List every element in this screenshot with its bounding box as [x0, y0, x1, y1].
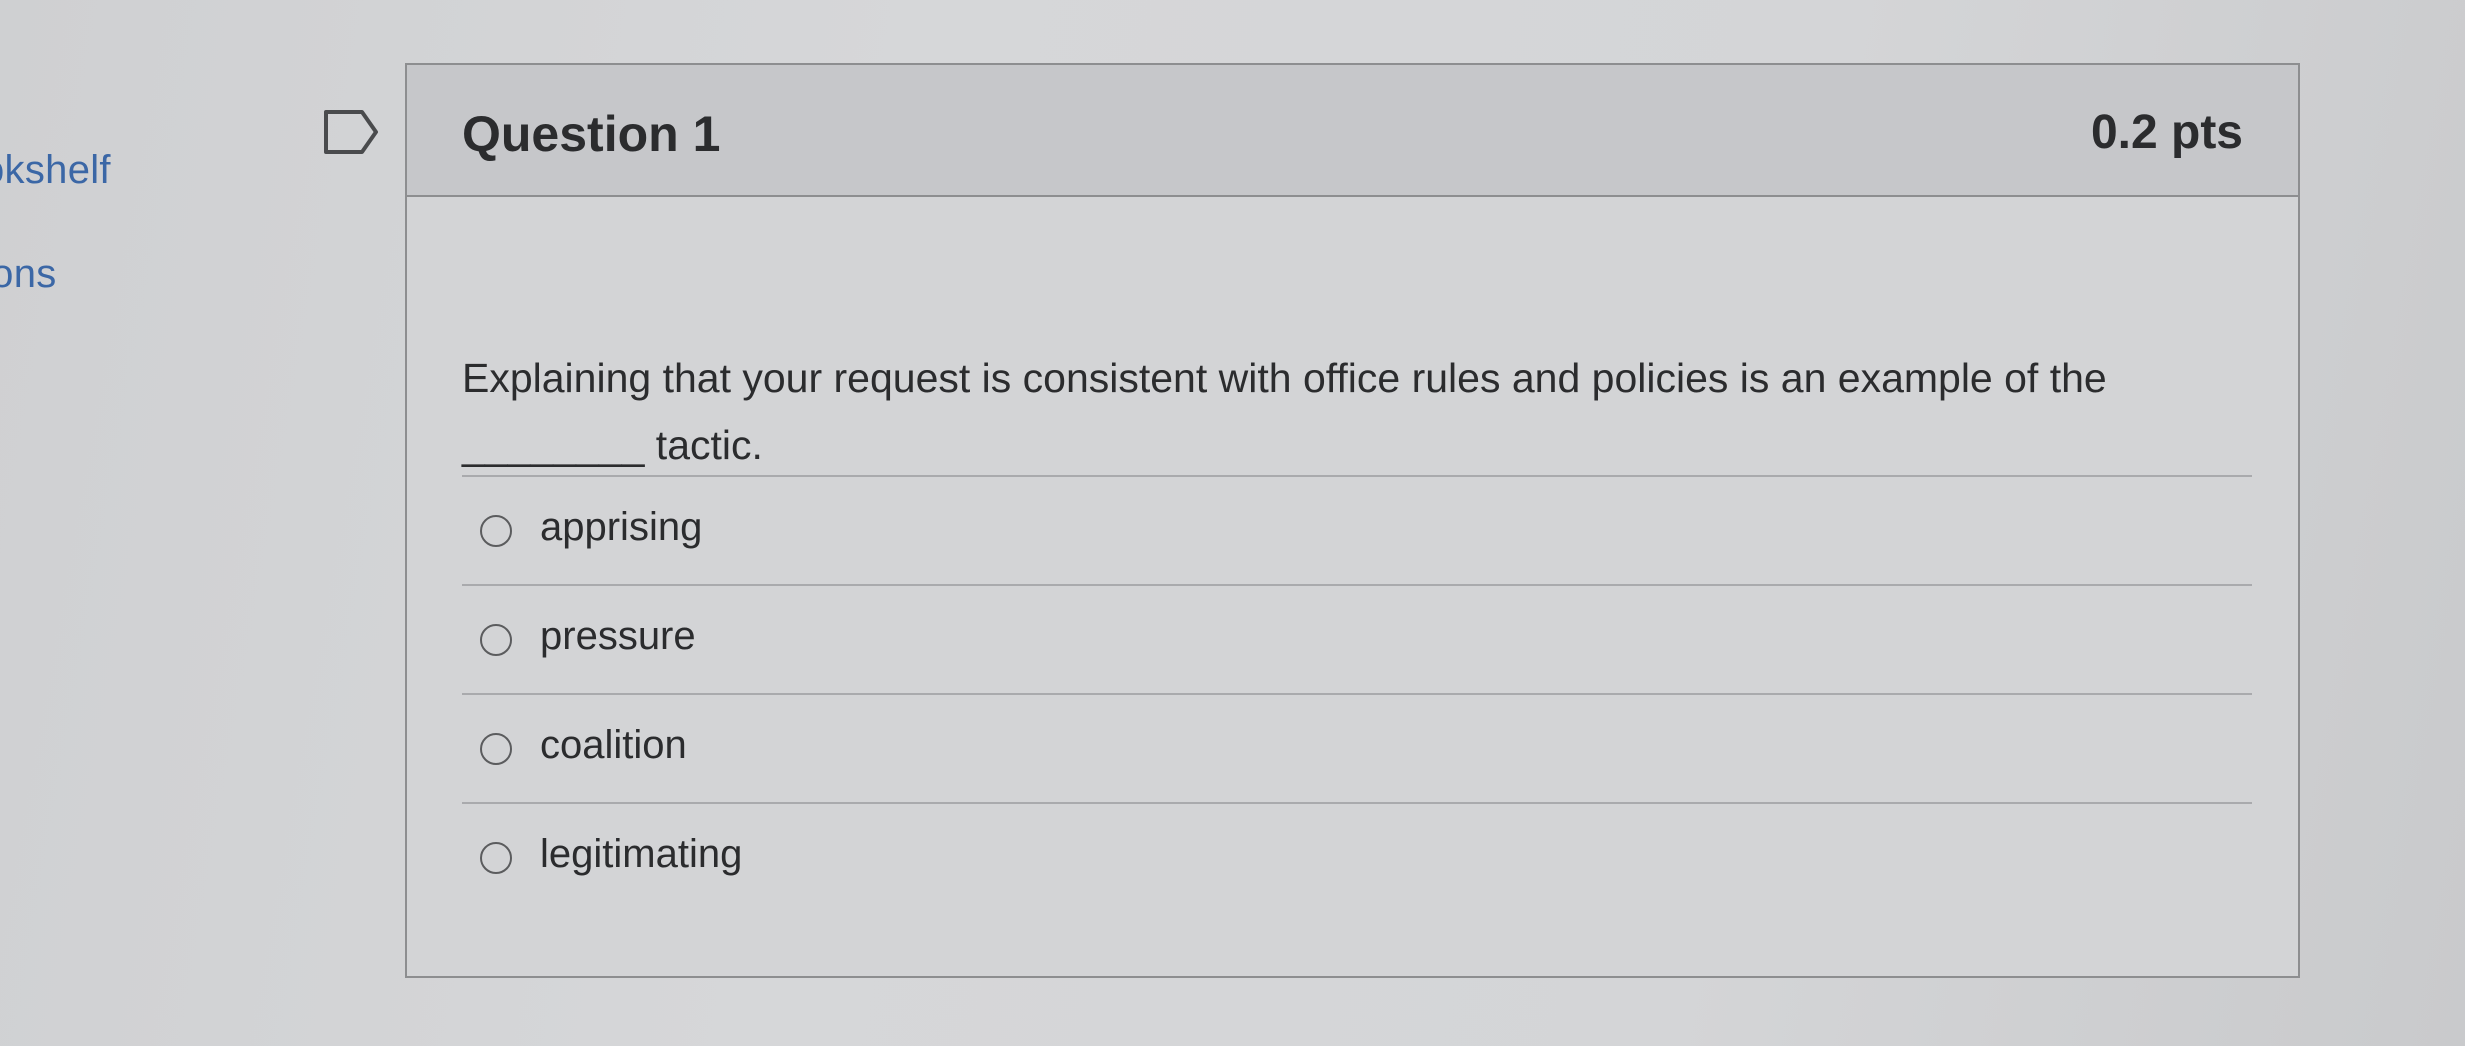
answer-option-legitimating[interactable]: legitimating	[462, 802, 2252, 911]
question-text-line-2: ________ tactic.	[462, 422, 763, 468]
radio-button[interactable]	[480, 841, 512, 874]
question-text: Explaining that your request is consiste…	[462, 215, 2252, 479]
question-title: Question 1	[462, 106, 721, 162]
question-text-line-1: Explaining that your request is consiste…	[462, 355, 2107, 401]
answer-list: apprising pressure coalition legitimatin…	[462, 475, 2252, 911]
radio-button[interactable]	[480, 514, 512, 547]
answer-label[interactable]: coalition	[540, 723, 687, 768]
question-header: Question 1 0.2 pts	[407, 65, 2298, 197]
sidebar-link-bookshelf[interactable]: okshelf	[0, 148, 111, 193]
sidebar-link-questions[interactable]: ions	[0, 252, 57, 297]
answer-label[interactable]: apprising	[540, 505, 702, 550]
answer-option-coalition[interactable]: coalition	[462, 693, 2252, 802]
radio-button[interactable]	[480, 732, 512, 765]
radio-button[interactable]	[480, 623, 512, 656]
answer-option-apprising[interactable]: apprising	[462, 475, 2252, 584]
answer-option-pressure[interactable]: pressure	[462, 584, 2252, 693]
question-points: 0.2 pts	[2090, 106, 2243, 159]
answer-label[interactable]: legitimating	[540, 832, 742, 877]
answer-label[interactable]: pressure	[540, 614, 696, 659]
bookmark-flag-icon[interactable]	[322, 108, 382, 156]
question-card: Question 1 0.2 pts Explaining that your …	[405, 63, 2300, 978]
